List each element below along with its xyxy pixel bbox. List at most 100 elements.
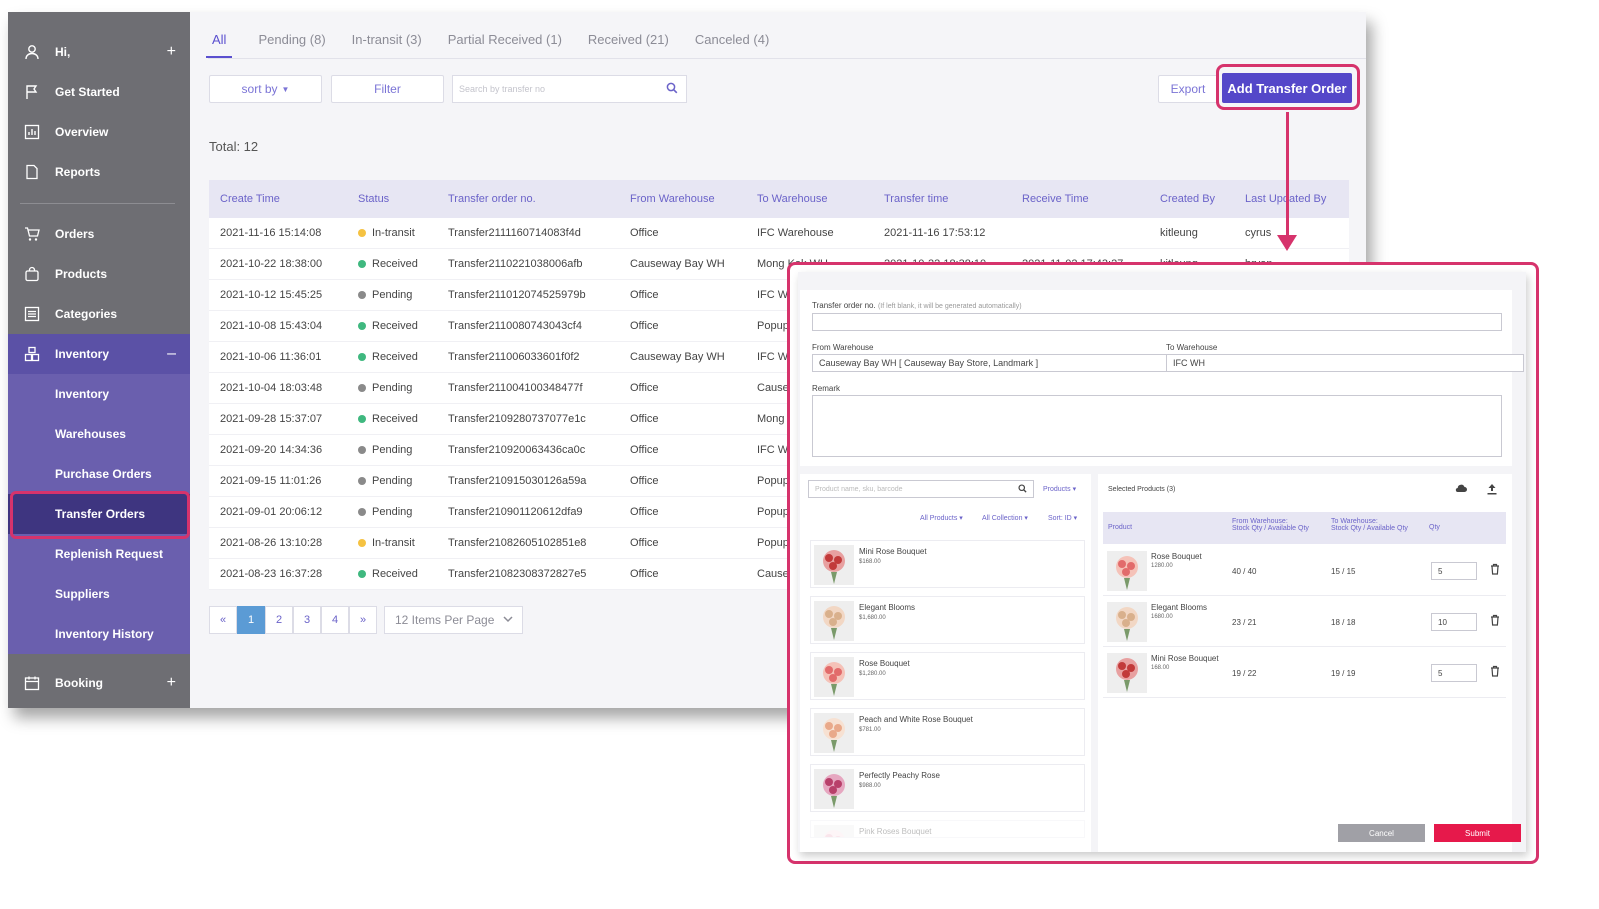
cell-transfer-no[interactable]: Transfer211012074525979b — [448, 289, 586, 301]
col-create-time[interactable]: Create Time — [220, 193, 280, 205]
cell-to-warehouse: Mong — [757, 413, 785, 425]
product-price: $1,280.00 — [859, 671, 886, 677]
product-card[interactable]: Pink Roses Bouquet$780.00 — [810, 820, 1085, 838]
greeting: Hi, — [55, 45, 71, 59]
sidebar-item-get-started[interactable]: Get Started — [8, 72, 190, 112]
sidebar-item-label: Orders — [55, 227, 95, 241]
col-transfer-no[interactable]: Transfer order no. — [448, 193, 536, 205]
trash-icon[interactable] — [1490, 563, 1500, 577]
tab-received[interactable]: Received (21) — [588, 32, 669, 58]
page-4[interactable]: 4 — [321, 606, 349, 634]
to-stock-value: 18 / 18 — [1331, 618, 1356, 627]
cell-from-warehouse: Office — [630, 382, 659, 394]
product-search-input[interactable]: Product name, sku, barcode — [808, 480, 1034, 498]
tab-pending[interactable]: Pending (8) — [258, 32, 325, 58]
cell-from-warehouse: Office — [630, 568, 659, 580]
sidebar-divider — [20, 203, 175, 204]
tab-partial-received[interactable]: Partial Received (1) — [448, 32, 562, 58]
filter-button[interactable]: Filter — [331, 75, 444, 103]
cell-to-warehouse: Popup — [757, 506, 789, 518]
filter-all-products[interactable]: All Products ▾ — [920, 514, 963, 522]
page-1[interactable]: 1 — [237, 606, 265, 634]
col-created-by[interactable]: Created By — [1160, 193, 1215, 205]
prev-page-button[interactable]: « — [209, 606, 237, 634]
to-warehouse-select[interactable]: IFC WH — [1166, 354, 1524, 372]
collapse-icon[interactable]: – — [167, 345, 176, 363]
sidebar-item-categories[interactable]: Categories — [8, 294, 190, 334]
cell-transfer-no[interactable]: Transfer2109280737077e1c — [448, 413, 586, 425]
cell-transfer-no[interactable]: Transfer210901120612dfa9 — [448, 506, 583, 518]
cloud-download-icon[interactable] — [1455, 483, 1467, 497]
sidebar-item-booking[interactable]: Booking + — [8, 663, 190, 703]
sidebar-item-products[interactable]: Products — [8, 254, 190, 294]
transfer-no-field[interactable] — [812, 313, 1502, 331]
cell-transfer-no[interactable]: Transfer21082308372827e5 — [448, 568, 586, 580]
sidebar-sub-inventory-history[interactable]: Inventory History — [8, 614, 190, 654]
qty-input[interactable]: 5 — [1431, 562, 1477, 580]
sidebar-sub-inventory[interactable]: Inventory — [8, 374, 190, 414]
cell-transfer-no[interactable]: Transfer210920063436ca0c — [448, 444, 585, 456]
sidebar-item-inventory[interactable]: Inventory – — [8, 334, 190, 374]
sidebar-sub-purchase-orders[interactable]: Purchase Orders — [8, 454, 190, 494]
sort-button[interactable]: sort by ▼ — [209, 75, 322, 103]
sidebar-sub-warehouses[interactable]: Warehouses — [8, 414, 190, 454]
page-2[interactable]: 2 — [265, 606, 293, 634]
plus-icon[interactable]: + — [167, 43, 176, 61]
sidebar-item-reports[interactable]: Reports — [8, 152, 190, 192]
product-card[interactable]: Perfectly Peachy Rose $988.00 — [810, 764, 1085, 812]
submit-button[interactable]: Submit — [1434, 824, 1521, 842]
cell-status: Received — [358, 351, 418, 363]
trash-icon[interactable] — [1490, 614, 1500, 628]
from-warehouse-select[interactable]: Causeway Bay WH [ Causeway Bay Store, La… — [812, 354, 1167, 372]
plus-icon[interactable]: + — [167, 674, 176, 692]
sidebar-sub-replenish-request[interactable]: Replenish Request — [8, 534, 190, 574]
tab-all[interactable]: All — [206, 32, 233, 58]
cell-transfer-no[interactable]: Transfer21082605102851e8 — [448, 537, 586, 549]
cell-transfer-no[interactable]: Transfer210915030126a59a — [448, 475, 586, 487]
sidebar-item-orders[interactable]: Orders — [8, 214, 190, 254]
sidebar-item-overview[interactable]: Overview — [8, 112, 190, 152]
col-to-warehouse[interactable]: To Warehouse — [757, 193, 828, 205]
cancel-button[interactable]: Cancel — [1338, 824, 1425, 842]
qty-input[interactable]: 5 — [1431, 664, 1477, 682]
remark-textarea[interactable] — [812, 395, 1502, 457]
sidebar-sub-suppliers[interactable]: Suppliers — [8, 574, 190, 614]
product-card[interactable]: Elegant Blooms $1,680.00 — [810, 596, 1085, 644]
upload-icon[interactable] — [1486, 483, 1498, 497]
product-card[interactable]: Peach and White Rose Bouquet $781.00 — [810, 708, 1085, 756]
cell-transfer-no[interactable]: Transfer211006033601f0f2 — [448, 351, 580, 363]
filter-all-collection[interactable]: All Collection ▾ — [982, 514, 1028, 522]
col-from-warehouse[interactable]: From Warehouse — [630, 193, 715, 205]
search-input[interactable]: Search by transfer no — [452, 75, 687, 103]
tab-canceled[interactable]: Canceled (4) — [695, 32, 769, 58]
table-row[interactable]: 2021-11-16 15:14:08 In-transit Transfer211… — [209, 218, 1349, 249]
tab-in-transit[interactable]: In-transit (3) — [352, 32, 422, 58]
table-header: Create Time Status Transfer order no. Fr… — [209, 180, 1349, 218]
cell-to-warehouse: IFC W — [757, 444, 789, 456]
trash-icon[interactable] — [1490, 665, 1500, 679]
next-page-button[interactable]: » — [349, 606, 377, 634]
col-product: Product — [1108, 524, 1133, 531]
sidebar-item-label: Inventory — [55, 347, 110, 361]
products-dropdown[interactable]: Products ▾ — [1043, 485, 1076, 493]
cell-status: Pending — [358, 475, 412, 487]
cell-transfer-no[interactable]: Transfer2110080743043cf4 — [448, 320, 582, 332]
col-receive-time[interactable]: Receive Time — [1022, 193, 1089, 205]
sidebar-user[interactable]: Hi, + — [8, 32, 190, 72]
items-per-page-select[interactable]: 12 Items Per Page — [384, 606, 523, 634]
search-icon[interactable] — [666, 82, 678, 96]
filter-sort[interactable]: Sort: ID ▾ — [1048, 514, 1077, 522]
qty-input[interactable]: 10 — [1431, 613, 1477, 631]
cell-transfer-no[interactable]: Transfer2111160714083f4d — [448, 227, 581, 239]
sidebar-item-label: Reports — [55, 165, 101, 179]
flag-icon — [23, 83, 41, 101]
col-status[interactable]: Status — [358, 193, 389, 205]
cell-transfer-no[interactable]: Transfer211004100348477f — [448, 382, 583, 394]
export-button[interactable]: Export — [1158, 75, 1218, 103]
product-card[interactable]: Mini Rose Bouquet $168.00 — [810, 540, 1085, 588]
col-transfer-time[interactable]: Transfer time — [884, 193, 948, 205]
cell-transfer-no[interactable]: Transfer2110221038006afb — [448, 258, 583, 270]
page-3[interactable]: 3 — [293, 606, 321, 634]
product-card[interactable]: Rose Bouquet $1,280.00 — [810, 652, 1085, 700]
search-icon[interactable] — [1018, 484, 1027, 495]
